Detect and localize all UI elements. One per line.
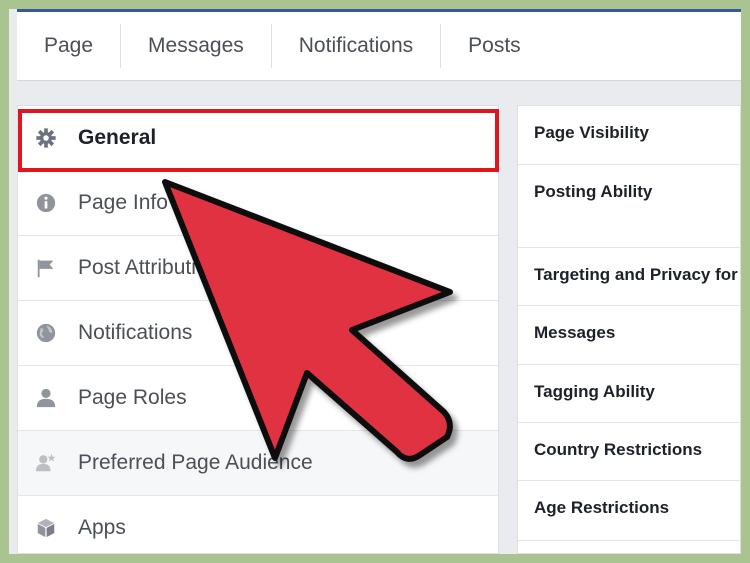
sidebar-item-notifications[interactable]: Notifications bbox=[18, 301, 498, 366]
sidebar-item-post-attribution[interactable]: Post Attribution bbox=[18, 236, 498, 301]
sidebar-item-label: Page Info bbox=[78, 191, 168, 214]
sidebar-item-label: Notifications bbox=[78, 321, 193, 344]
setting-label: Page Visibility bbox=[534, 123, 649, 142]
sidebar-item-label: Page Roles bbox=[78, 386, 187, 409]
tab-page[interactable]: Page bbox=[17, 24, 122, 68]
setting-messages[interactable]: Messages bbox=[518, 306, 740, 365]
setting-targeting-and-privacy[interactable]: Targeting and Privacy for Posts bbox=[518, 248, 740, 306]
setting-label: Messages bbox=[534, 323, 616, 342]
person-icon bbox=[35, 387, 57, 409]
setting-page-visibility[interactable]: Page Visibility bbox=[518, 106, 740, 165]
sidebar-item-label: General bbox=[78, 126, 157, 149]
setting-label: Targeting and Privacy for Posts bbox=[534, 265, 740, 284]
setting-label: Country Restrictions bbox=[534, 440, 703, 459]
setting-label: Tagging Ability bbox=[534, 382, 655, 401]
setting-age-restrictions[interactable]: Age Restrictions bbox=[518, 481, 740, 541]
sidebar-item-page-roles[interactable]: Page Roles bbox=[18, 366, 498, 431]
gear-icon bbox=[35, 127, 57, 149]
settings-sidebar: General Page Info Post Attribution Notif… bbox=[17, 105, 499, 554]
sidebar-item-preferred-page-audience[interactable]: Preferred Page Audience bbox=[18, 431, 498, 496]
sidebar-item-page-info[interactable]: Page Info bbox=[18, 171, 498, 236]
audience-icon bbox=[35, 452, 57, 474]
info-icon bbox=[35, 192, 57, 214]
sidebar-item-apps[interactable]: Apps bbox=[18, 496, 498, 554]
tab-posts[interactable]: Posts bbox=[441, 24, 548, 68]
sidebar-item-label: Preferred Page Audience bbox=[78, 451, 313, 474]
page-top-navigation: Page Messages Notifications Posts bbox=[17, 9, 741, 81]
settings-screen: Page Messages Notifications Posts Genera… bbox=[9, 9, 741, 554]
setting-country-restrictions[interactable]: Country Restrictions bbox=[518, 423, 740, 481]
cube-icon bbox=[35, 517, 57, 539]
globe-icon bbox=[35, 322, 57, 344]
setting-posting-ability[interactable]: Posting Ability bbox=[518, 165, 740, 248]
sidebar-item-label: Apps bbox=[78, 516, 126, 539]
setting-label: Posting Ability bbox=[534, 182, 653, 201]
tab-messages[interactable]: Messages bbox=[121, 24, 272, 68]
setting-label: Age Restrictions bbox=[534, 498, 670, 517]
flag-icon bbox=[35, 257, 57, 279]
sidebar-item-label: Post Attribution bbox=[78, 256, 220, 279]
settings-list: Page Visibility Posting Ability Targetin… bbox=[517, 105, 741, 554]
setting-tagging-ability[interactable]: Tagging Ability bbox=[518, 365, 740, 423]
sidebar-item-general[interactable]: General bbox=[18, 106, 498, 171]
tab-notifications[interactable]: Notifications bbox=[272, 24, 442, 68]
